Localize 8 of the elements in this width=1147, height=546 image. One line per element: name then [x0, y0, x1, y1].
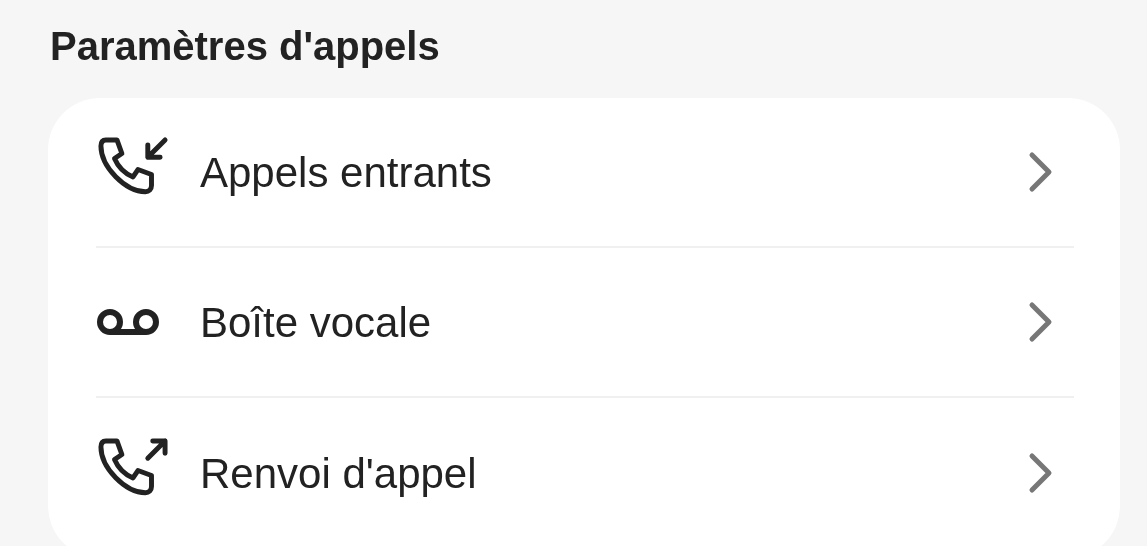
chevron-right-icon[interactable] — [1028, 151, 1054, 193]
menu-item-label[interactable]: Boîte vocale — [200, 290, 1028, 354]
chevron-right-icon[interactable] — [1028, 452, 1054, 494]
menu-item-label[interactable]: Renvoi d'appel — [200, 441, 1028, 505]
section-title: Paramètres d'appels — [50, 23, 441, 70]
chevron-right-icon[interactable] — [1028, 301, 1054, 343]
voicemail-icon — [96, 307, 160, 337]
menu-item-label[interactable]: Appels entrants — [200, 140, 1028, 204]
